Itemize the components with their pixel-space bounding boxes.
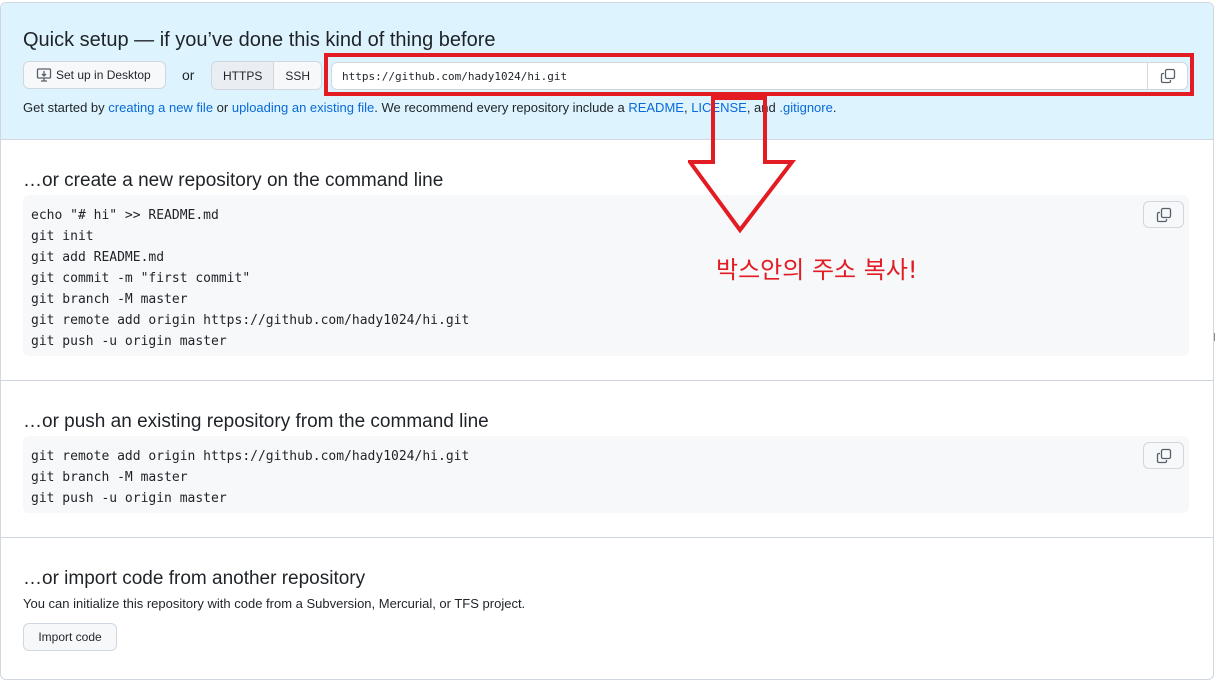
period-text: .: [832, 100, 837, 115]
get-started-text: Get started by creating a new file or up…: [23, 100, 836, 115]
create-new-file-link[interactable]: creating a new file: [108, 100, 213, 115]
gitignore-link[interactable]: .gitignore: [779, 100, 832, 115]
copy-icon: [1160, 68, 1175, 84]
copy-push-commands-button[interactable]: [1143, 442, 1184, 469]
quick-setup-title: Quick setup — if you’ve done this kind o…: [23, 29, 496, 51]
clone-url-field: [331, 62, 1188, 90]
license-link[interactable]: LICENSE: [691, 100, 747, 115]
copy-icon: [1156, 448, 1171, 463]
annotation-text: 박스안의 주소 복사!: [716, 256, 918, 284]
readme-link[interactable]: README: [628, 100, 684, 115]
quick-setup-section: Quick setup — if you’ve done this kind o…: [1, 3, 1213, 140]
copy-icon: [1156, 207, 1171, 222]
get-started-prefix: Get started by: [23, 100, 109, 115]
upload-file-link[interactable]: uploading an existing file: [232, 100, 374, 115]
and-text: , and: [746, 100, 780, 115]
create-repo-section: …or create a new repository on the comma…: [1, 140, 1213, 381]
text-or: or: [213, 100, 232, 115]
or-text: or: [182, 67, 195, 83]
recommend-text: . We recommend every repository include …: [374, 100, 629, 115]
copy-create-commands-button[interactable]: [1143, 201, 1184, 228]
setup-desktop-label: Set up in Desktop: [56, 68, 151, 82]
import-code-button[interactable]: Import code: [23, 623, 117, 651]
copy-url-button[interactable]: [1147, 62, 1187, 90]
repo-setup-panel: Quick setup — if you’ve done this kind o…: [0, 2, 1214, 680]
desktop-download-icon: [36, 68, 52, 82]
create-repo-title: …or create a new repository on the comma…: [23, 170, 444, 191]
push-repo-section: …or push an existing repository from the…: [1, 381, 1213, 538]
push-code-block: git remote add origin https://github.com…: [23, 436, 1189, 513]
push-repo-title: …or push an existing repository from the…: [23, 411, 489, 432]
create-code-block: echo "# hi" >> README.md git init git ad…: [23, 195, 1189, 356]
tab-https[interactable]: HTTPS: [212, 62, 275, 89]
clone-url-input[interactable]: [332, 63, 1142, 89]
import-title: …or import code from another repository: [23, 568, 366, 589]
setup-desktop-button[interactable]: Set up in Desktop: [23, 61, 166, 89]
protocol-selector: HTTPS SSH: [211, 61, 323, 90]
import-description: You can initialize this repository with …: [23, 596, 526, 611]
scrollbar-marker: [1214, 333, 1218, 341]
tab-ssh[interactable]: SSH: [274, 62, 322, 89]
push-commands: git remote add origin https://github.com…: [31, 449, 470, 506]
create-commands: echo "# hi" >> README.md git init git ad…: [31, 208, 470, 349]
